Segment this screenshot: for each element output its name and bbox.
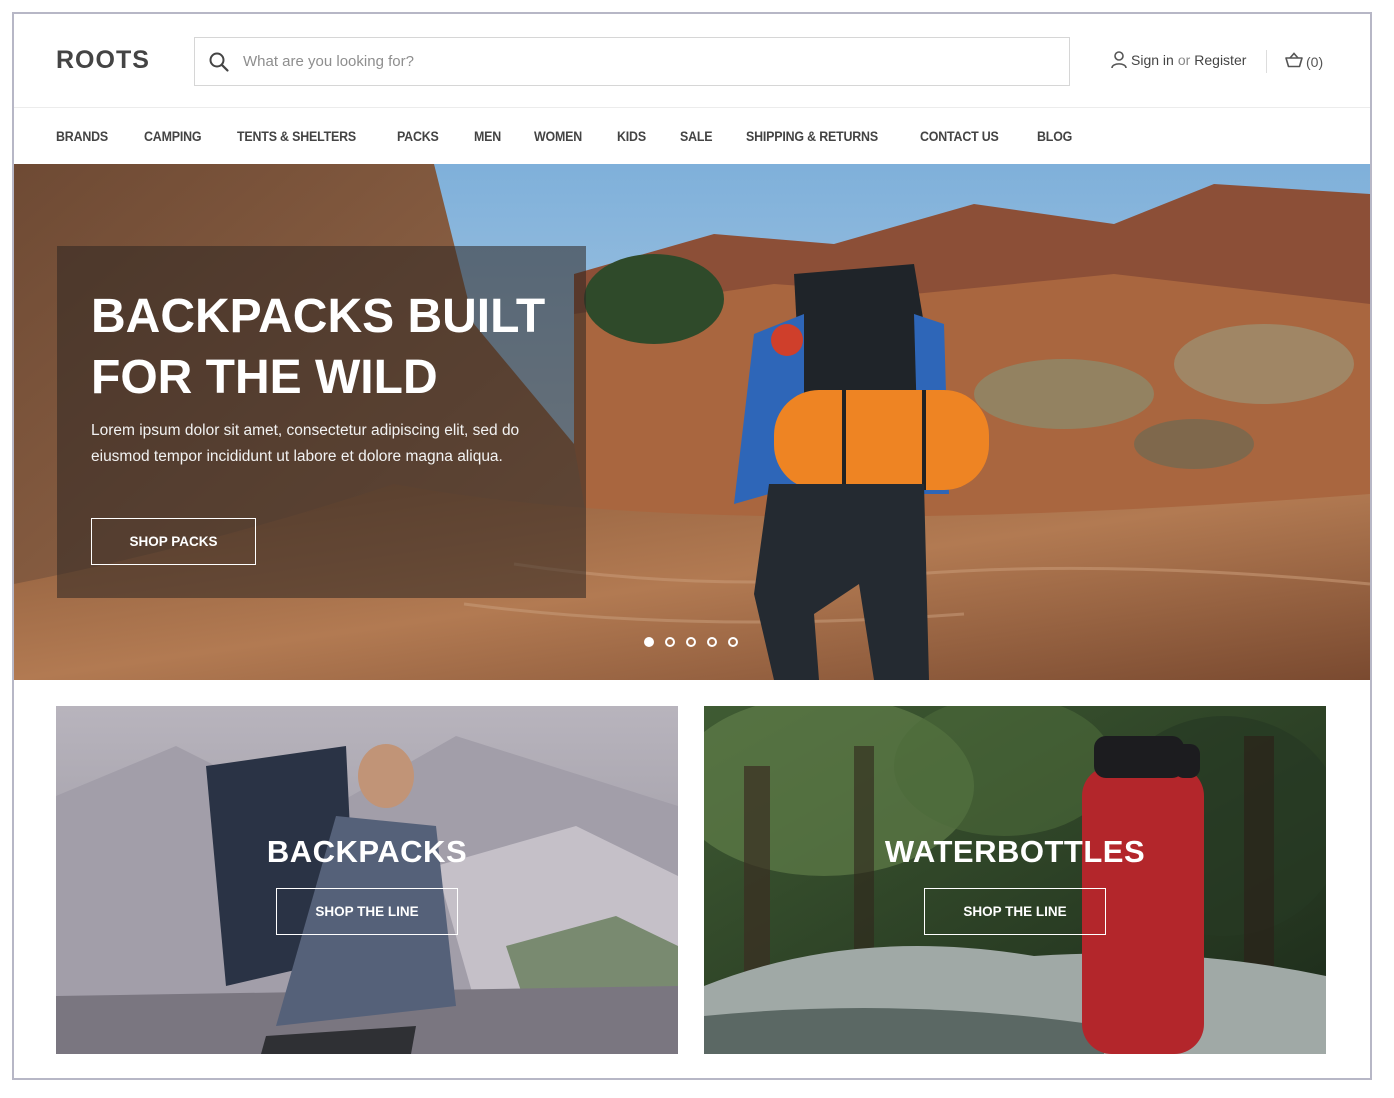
carousel-dot-2[interactable]	[665, 637, 675, 647]
site-logo[interactable]: ROOTS	[56, 46, 150, 75]
hero-title: BACKPACKS BUILT FOR THE WILD	[91, 286, 561, 408]
nav-item-kids[interactable]: KIDS	[617, 129, 646, 144]
hero-title-line1: BACKPACKS BUILT	[91, 290, 546, 343]
search-bar[interactable]	[194, 37, 1070, 86]
main-nav: BRANDS CAMPING TENTS & SHELTERS PACKS ME…	[14, 109, 1370, 164]
carousel-dots	[644, 637, 749, 647]
register-link[interactable]: Register	[1194, 52, 1246, 68]
nav-item-women[interactable]: WOMEN	[534, 129, 582, 144]
nav-item-camping[interactable]: CAMPING	[144, 129, 202, 144]
hero-overlay-panel: BACKPACKS BUILT FOR THE WILD Lorem ipsum…	[57, 246, 586, 598]
nav-item-blog[interactable]: BLOG	[1037, 129, 1072, 144]
waterbottles-tile-image	[704, 706, 1326, 1054]
sign-in-link[interactable]: Sign in	[1131, 52, 1174, 68]
category-tile-waterbottles[interactable]: WATERBOTTLES SHOP THE LINE	[704, 706, 1326, 1054]
carousel-dot-3[interactable]	[686, 637, 696, 647]
user-icon	[1110, 50, 1128, 70]
search-icon[interactable]	[195, 38, 243, 85]
backpacks-tile-title: BACKPACKS	[266, 834, 468, 869]
hero-carousel[interactable]: BACKPACKS BUILT FOR THE WILD Lorem ipsum…	[14, 164, 1370, 680]
category-tile-backpacks[interactable]: BACKPACKS SHOP THE LINE	[56, 706, 678, 1054]
backpacks-tile-image	[56, 706, 678, 1054]
account-links: Sign in or Register	[1110, 50, 1246, 70]
header-divider	[1266, 50, 1267, 73]
carousel-dot-4[interactable]	[707, 637, 717, 647]
nav-item-brands[interactable]: BRANDS	[56, 129, 108, 144]
site-header: ROOTS Sign in or Register	[14, 14, 1370, 108]
waterbottles-tile-title: WATERBOTTLES	[884, 834, 1146, 869]
nav-item-packs[interactable]: PACKS	[397, 129, 439, 144]
carousel-dot-1[interactable]	[644, 637, 654, 647]
carousel-dot-5[interactable]	[728, 637, 738, 647]
nav-item-shipping-returns[interactable]: SHIPPING & RETURNS	[746, 129, 878, 144]
nav-item-men[interactable]: MEN	[474, 129, 501, 144]
cart-count: (0)	[1306, 53, 1324, 70]
backpacks-shop-button[interactable]: SHOP THE LINE	[276, 888, 458, 935]
or-text: or	[1177, 52, 1191, 68]
hero-description: Lorem ipsum dolor sit amet, consectetur …	[91, 422, 520, 465]
nav-item-tents-shelters[interactable]: TENTS & SHELTERS	[237, 129, 356, 144]
waterbottles-shop-button[interactable]: SHOP THE LINE	[924, 888, 1106, 935]
browser-frame: ROOTS Sign in or Register	[12, 12, 1372, 1080]
hero-title-line2: FOR THE WILD	[91, 351, 438, 404]
cart-button[interactable]: (0)	[1284, 52, 1323, 71]
search-input[interactable]	[243, 41, 1043, 82]
nav-item-contact-us[interactable]: CONTACT US	[920, 129, 999, 144]
nav-item-sale[interactable]: SALE	[680, 129, 713, 144]
cart-icon	[1284, 52, 1306, 71]
shop-packs-button[interactable]: SHOP PACKS	[91, 518, 256, 565]
